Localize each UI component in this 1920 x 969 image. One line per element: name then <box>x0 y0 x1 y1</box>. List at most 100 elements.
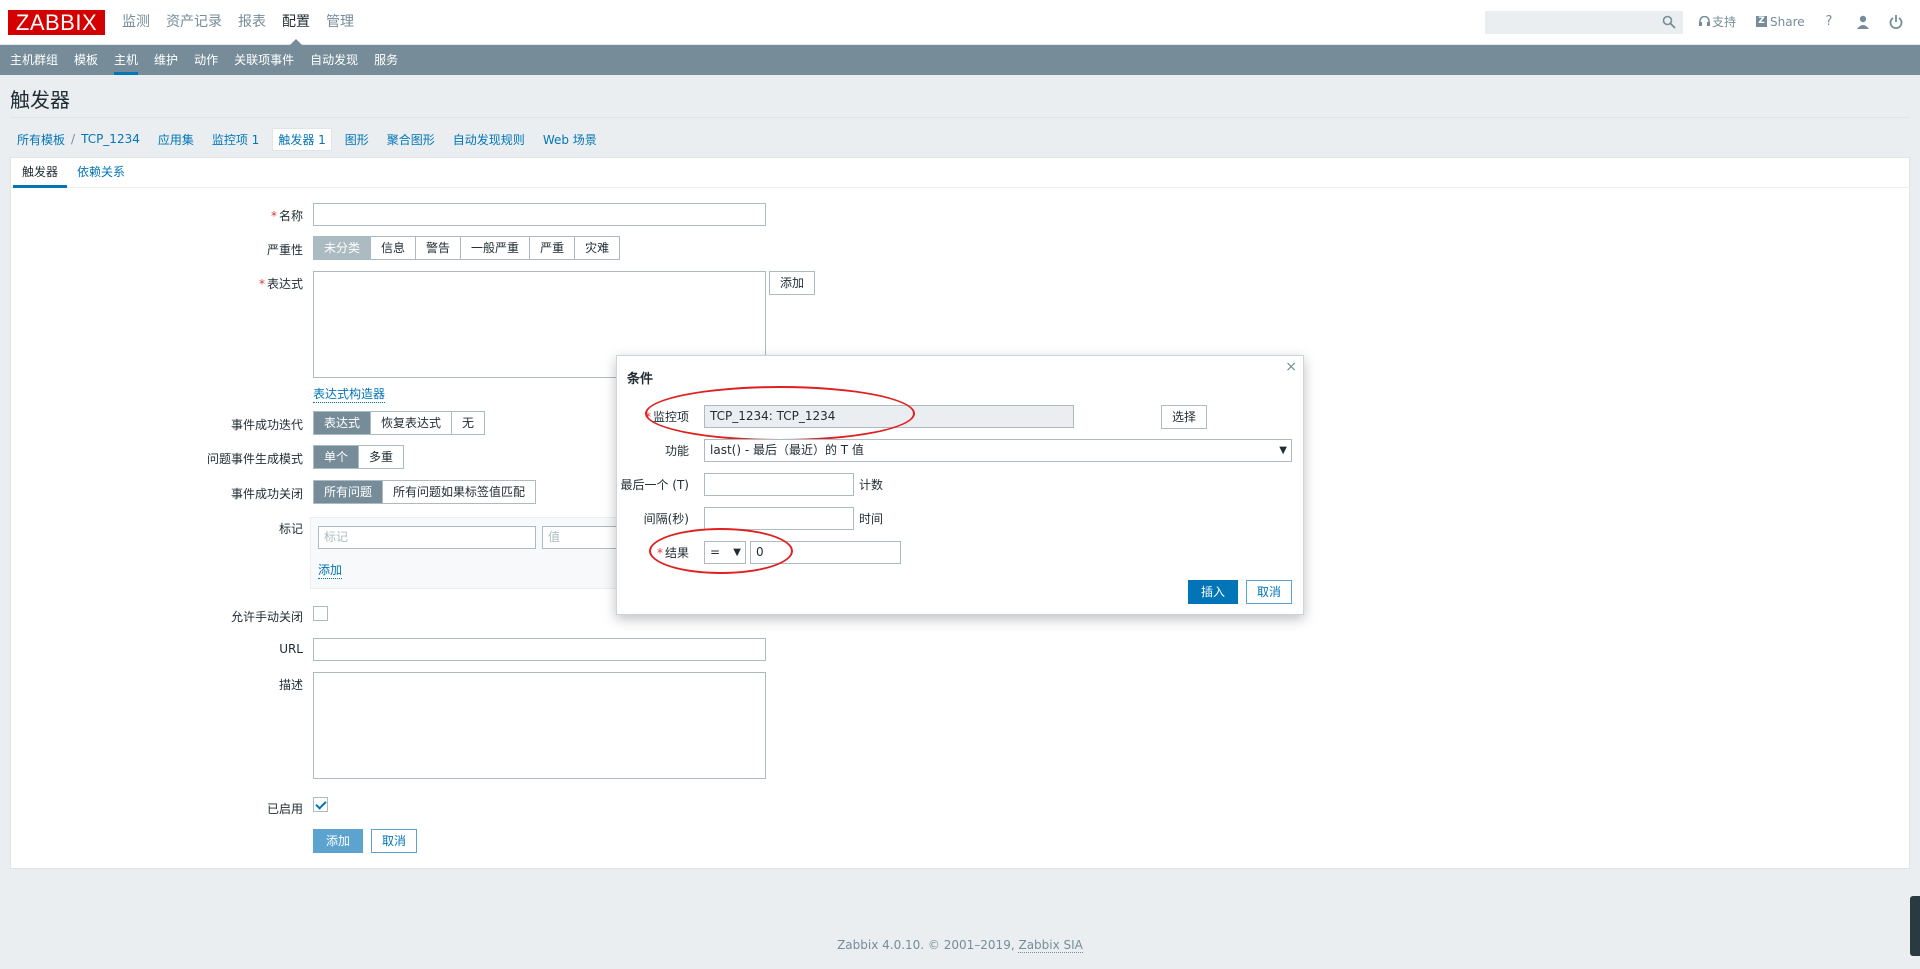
severity-high[interactable]: 严重 <box>530 237 576 259</box>
dialog-cancel-button[interactable]: 取消 <box>1246 580 1293 604</box>
breadcrumb: 所有模板 / TCP_1234 应用集 监控项 1 触发器 1 图形 聚合图形 … <box>12 127 602 151</box>
menu-configuration[interactable]: 配置 <box>274 0 318 45</box>
submenu-discovery[interactable]: 自动发现 <box>302 45 366 75</box>
submenu-actions[interactable]: 动作 <box>186 45 226 75</box>
footer: Zabbix 4.0.10. © 2001–2019, Zabbix SIA <box>0 938 1920 953</box>
problem-mode-selector: 单个 多重 <box>313 445 405 469</box>
ok-close-tag-match[interactable]: 所有问题如果标签值匹配 <box>383 481 535 503</box>
severity-warning[interactable]: 警告 <box>416 237 462 259</box>
menu-monitoring[interactable]: 监测 <box>114 0 158 45</box>
ok-event-label: 事件成功迭代 <box>230 418 303 432</box>
top-header: ZABBIX 监测 资产记录 报表 配置 管理 支持 Z Share ? <box>0 0 1920 45</box>
breadcrumb-discovery-rules[interactable]: 自动发现规则 <box>448 131 530 148</box>
user-profile-icon[interactable] <box>1855 14 1871 30</box>
manual-close-checkbox[interactable] <box>313 606 328 621</box>
interval-input[interactable] <box>704 507 854 530</box>
submenu-hosts[interactable]: 主机 <box>106 45 146 75</box>
title-divider <box>10 117 1910 118</box>
close-icon[interactable]: × <box>1285 359 1297 375</box>
chevron-down-icon: ▼ <box>733 547 741 558</box>
expression-label-text: 表达式 <box>266 277 303 291</box>
breadcrumb-screens[interactable]: 聚合图形 <box>382 131 440 148</box>
item-label: * 监控项 <box>609 408 689 425</box>
description-label: 描述 <box>278 678 303 692</box>
submenu-services[interactable]: 服务 <box>366 45 406 75</box>
severity-average[interactable]: 一般严重 <box>461 237 531 259</box>
problem-mode-single[interactable]: 单个 <box>314 446 360 468</box>
required-marker: * <box>644 410 651 424</box>
submit-add-button[interactable]: 添加 <box>313 829 364 853</box>
signout-icon[interactable] <box>1888 14 1904 30</box>
last-t-label: 最后一个 (T) <box>620 478 689 492</box>
url-input[interactable] <box>313 638 766 661</box>
item-select-button[interactable]: 选择 <box>1161 405 1208 429</box>
severity-selector: 未分类 信息 警告 一般严重 严重 灾难 <box>313 236 621 260</box>
tab-trigger[interactable]: 触发器 <box>13 158 68 188</box>
severity-not-classified[interactable]: 未分类 <box>314 237 372 259</box>
tab-dependencies[interactable]: 依赖关系 <box>68 158 134 188</box>
operator-select[interactable]: = ▼ <box>704 541 746 564</box>
url-label: URL <box>279 642 303 656</box>
form-cancel-button[interactable]: 取消 <box>371 829 418 853</box>
breadcrumb-triggers[interactable]: 触发器 1 <box>272 127 332 151</box>
breadcrumb-applications[interactable]: 应用集 <box>153 131 199 148</box>
sub-menu: 主机群组 模板 主机 维护 动作 关联项事件 自动发现 服务 <box>0 45 1920 75</box>
ok-close-all-problems[interactable]: 所有问题 <box>314 481 384 503</box>
severity-disaster[interactable]: 灾难 <box>575 237 619 259</box>
ok-event-none[interactable]: 无 <box>452 412 484 434</box>
menu-reports[interactable]: 报表 <box>230 0 274 45</box>
item-label-text: 监控项 <box>652 410 689 424</box>
tags-label: 标记 <box>278 522 303 536</box>
operator-value: = <box>710 545 721 559</box>
side-widget[interactable] <box>1910 896 1920 956</box>
condition-dialog: 条件 × * 监控项 TCP_1234: TCP_1234 选择 功能 last(… <box>616 355 1304 615</box>
form-tabs: 触发器 依赖关系 <box>11 158 1909 188</box>
menu-inventory[interactable]: 资产记录 <box>158 0 230 45</box>
search-icon[interactable] <box>1662 15 1676 29</box>
enabled-label: 已启用 <box>266 802 303 816</box>
problem-mode-label: 问题事件生成模式 <box>206 452 303 466</box>
breadcrumb-web-scenarios[interactable]: Web 场景 <box>538 131 602 148</box>
breadcrumb-template[interactable]: TCP_1234 <box>76 132 145 146</box>
ok-event-expression[interactable]: 表达式 <box>314 412 372 434</box>
ok-close-label: 事件成功关闭 <box>230 487 303 501</box>
ok-event-recovery-expression[interactable]: 恢复表达式 <box>371 412 453 434</box>
manual-close-label: 允许手动关闭 <box>230 610 303 624</box>
function-select[interactable]: last() - 最后（最近）的 T 值 ▼ <box>704 439 1292 462</box>
zabbix-logo[interactable]: ZABBIX <box>8 10 105 35</box>
problem-mode-multiple[interactable]: 多重 <box>359 446 403 468</box>
footer-company-link[interactable]: Zabbix SIA <box>1018 938 1083 953</box>
enabled-checkbox[interactable] <box>313 797 328 812</box>
search-input[interactable] <box>1485 11 1683 34</box>
expression-label: * 表达式 <box>103 275 303 292</box>
item-input[interactable]: TCP_1234: TCP_1234 <box>704 405 1074 428</box>
name-input[interactable] <box>313 203 766 226</box>
share-link[interactable]: Share <box>1770 0 1805 45</box>
result-input[interactable]: 0 <box>750 541 901 564</box>
ok-event-selector: 表达式 恢复表达式 无 <box>313 411 486 435</box>
severity-information[interactable]: 信息 <box>371 237 417 259</box>
expression-add-button[interactable]: 添加 <box>769 271 816 295</box>
help-icon[interactable]: ? <box>1821 14 1837 30</box>
submenu-templates[interactable]: 模板 <box>66 45 106 75</box>
breadcrumb-graphs[interactable]: 图形 <box>340 131 374 148</box>
description-textarea[interactable] <box>313 672 766 779</box>
insert-button[interactable]: 插入 <box>1188 580 1239 604</box>
support-link[interactable]: 支持 <box>1712 0 1736 45</box>
breadcrumb-all-templates[interactable]: 所有模板 <box>12 131 70 148</box>
last-t-input[interactable] <box>704 473 854 496</box>
main-menu: 监测 资产记录 报表 配置 管理 <box>114 0 362 45</box>
required-marker: * <box>656 546 663 560</box>
submenu-correlation[interactable]: 关联项事件 <box>226 45 302 75</box>
submenu-host-groups[interactable]: 主机群组 <box>2 45 66 75</box>
severity-label: 严重性 <box>266 243 303 257</box>
breadcrumb-items[interactable]: 监控项 1 <box>207 131 264 148</box>
result-label: * 结果 <box>609 544 689 561</box>
tags-add-link[interactable]: 添加 <box>318 561 343 579</box>
name-label: * 名称 <box>103 207 303 224</box>
ok-close-selector: 所有问题 所有问题如果标签值匹配 <box>313 480 537 504</box>
expression-builder-link[interactable]: 表达式构造器 <box>313 385 386 403</box>
submenu-maintenance[interactable]: 维护 <box>146 45 186 75</box>
menu-administration[interactable]: 管理 <box>318 0 362 45</box>
tag-name-input[interactable]: 标记 <box>318 526 536 549</box>
